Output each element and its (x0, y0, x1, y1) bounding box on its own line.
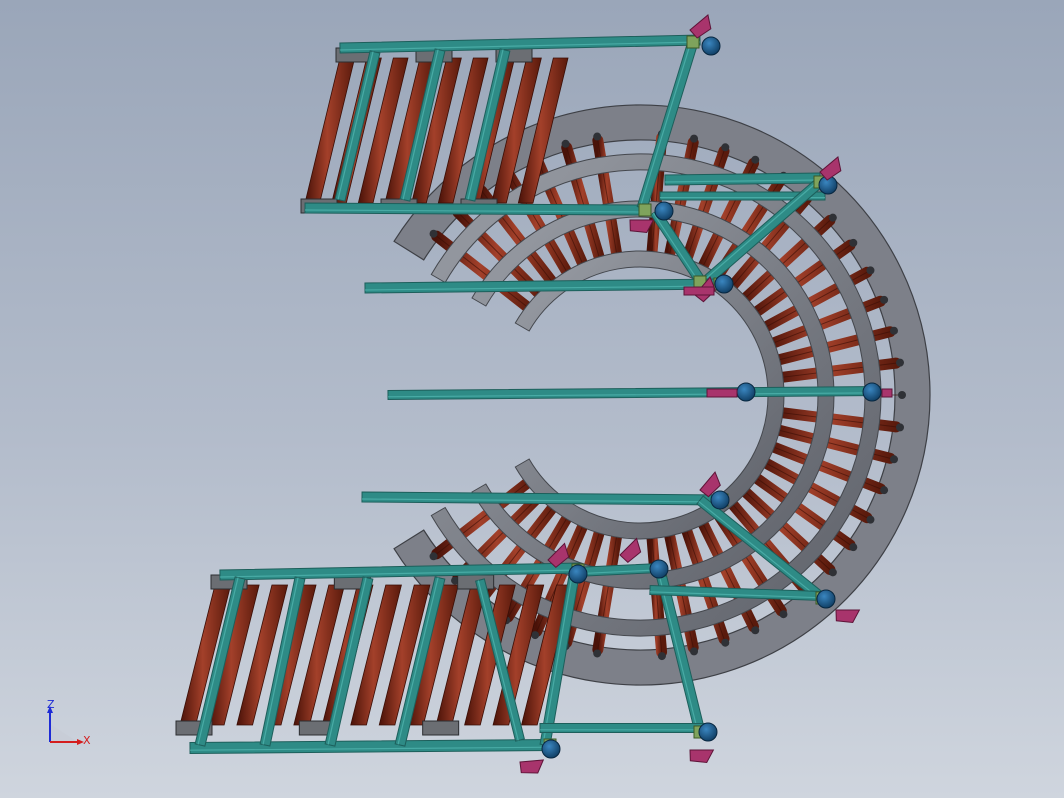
roller-axle (690, 134, 699, 143)
frame-beam (189, 738, 551, 755)
roller-axle (751, 626, 760, 635)
coordinate-triad: Z X (38, 696, 98, 756)
end-plate (422, 720, 460, 736)
roller-axle (690, 647, 699, 656)
roller-axle (429, 552, 438, 561)
roller-axle (889, 326, 898, 335)
leveling-foot (710, 490, 730, 510)
frame-beam (664, 172, 821, 186)
leveling-foot (698, 722, 718, 742)
leveling-foot (654, 201, 674, 221)
graphics-viewport[interactable]: Z X (0, 0, 1064, 798)
frame-joint (638, 203, 652, 217)
leveling-foot (541, 739, 561, 759)
roller-axle (895, 358, 904, 367)
leveling-foot (736, 382, 756, 402)
frame-beam (539, 723, 706, 733)
x-axis-label: X (83, 734, 91, 747)
roller-axle (866, 266, 875, 275)
leveling-foot (862, 382, 882, 402)
roller-axle (828, 213, 837, 222)
mounting-bracket (689, 749, 715, 764)
frame-beam (304, 202, 646, 216)
beam-plate (706, 388, 738, 398)
frame-beam (361, 491, 723, 506)
roller-axle (721, 638, 730, 647)
roller-axle (849, 238, 858, 247)
roller-axle (751, 155, 760, 164)
leveling-foot (714, 274, 734, 294)
cad-model-view[interactable] (0, 0, 1064, 798)
z-axis-label: Z (47, 698, 55, 711)
leveling-foot (701, 36, 721, 56)
beam-plate (683, 286, 715, 296)
roller-axle (779, 610, 788, 619)
roller-axle (429, 229, 438, 238)
roller-axle (866, 515, 875, 524)
roller-axle (889, 455, 898, 464)
roller-axle (898, 391, 906, 399)
roller-axle (880, 486, 889, 495)
roller-axle (593, 649, 602, 658)
roller-axle (895, 423, 904, 432)
beam-plate (881, 388, 893, 398)
mounting-bracket (519, 759, 545, 774)
roller-axle (880, 295, 889, 304)
roller-axle (849, 543, 858, 552)
roller-axle (657, 652, 666, 661)
roller-axle (561, 139, 570, 148)
roller-axle (593, 132, 602, 141)
roller-axle (721, 143, 730, 152)
leveling-foot (649, 559, 669, 579)
leveling-foot (568, 564, 588, 584)
roller-axle (828, 568, 837, 577)
leveling-foot (816, 589, 836, 609)
